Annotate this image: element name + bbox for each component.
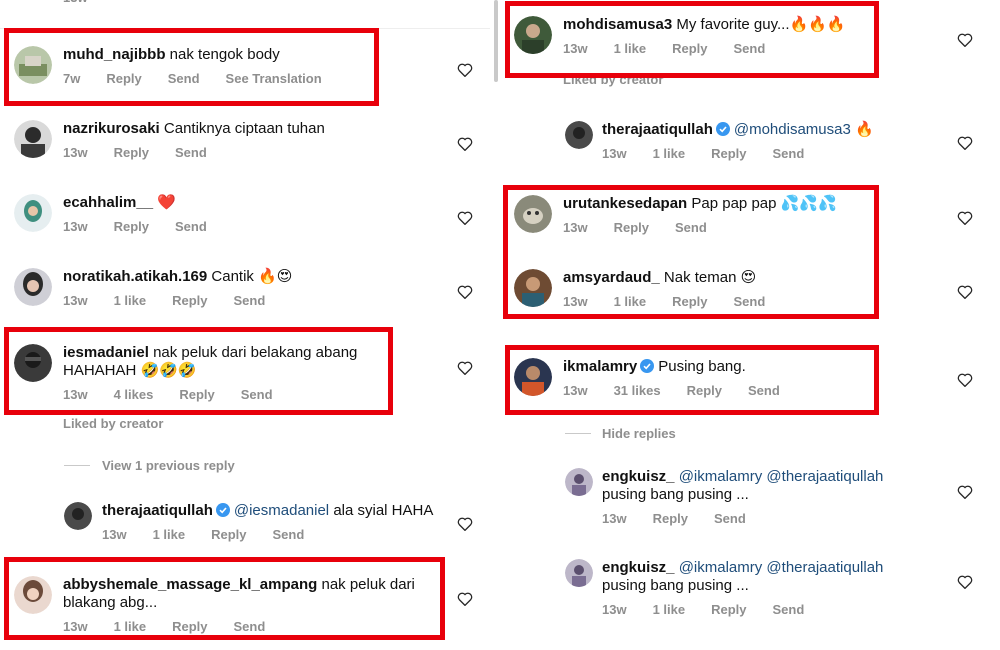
- reply-button[interactable]: Reply: [653, 511, 688, 526]
- liked-by-creator: Liked by creator: [63, 416, 164, 431]
- heart-icon[interactable]: [957, 485, 973, 499]
- send-button[interactable]: Send: [175, 219, 207, 234]
- hide-replies-button[interactable]: Hide replies: [602, 426, 676, 441]
- scrollbar[interactable]: [494, 0, 498, 82]
- comment-username[interactable]: engkuisz_: [602, 468, 675, 485]
- comment-time: 13w: [63, 0, 88, 5]
- send-button[interactable]: Send: [175, 145, 207, 160]
- thread-line: [64, 465, 90, 466]
- reply-button[interactable]: Reply: [211, 527, 246, 542]
- heart-icon[interactable]: [457, 63, 473, 77]
- heart-icon[interactable]: [457, 517, 473, 531]
- avatar[interactable]: [565, 121, 593, 149]
- mention-link[interactable]: @ikmalamry @therajaatiqullah: [679, 559, 884, 576]
- likes-count[interactable]: 1 like: [114, 293, 147, 308]
- thread-line: [565, 433, 591, 434]
- comment-time: 13w: [602, 602, 627, 617]
- avatar[interactable]: [14, 194, 52, 232]
- comment-time: 13w: [602, 511, 627, 526]
- send-button[interactable]: Send: [234, 293, 266, 308]
- comment-text: ala syial HAHA: [333, 502, 434, 519]
- reply-button[interactable]: Reply: [711, 602, 746, 617]
- comment-username[interactable]: noratikah.atikah.169: [63, 268, 207, 285]
- avatar[interactable]: [565, 559, 593, 587]
- reply-button[interactable]: Reply: [114, 145, 149, 160]
- mention-link[interactable]: @mohdisamusa3: [734, 121, 851, 138]
- reply-button[interactable]: Reply: [172, 293, 207, 308]
- highlight-box: [505, 345, 879, 415]
- heart-icon[interactable]: [957, 285, 973, 299]
- comment-text: pusing bang pusing ...: [602, 486, 749, 503]
- heart-icon[interactable]: [957, 211, 973, 225]
- heart-icon[interactable]: [457, 592, 473, 606]
- send-button[interactable]: Send: [273, 527, 305, 542]
- heart-icon[interactable]: [957, 136, 973, 150]
- comment-username[interactable]: therajaatiqullah: [102, 502, 213, 519]
- avatar[interactable]: [64, 502, 92, 530]
- heart-icon[interactable]: [957, 575, 973, 589]
- mention-link[interactable]: @iesmadaniel: [234, 502, 329, 519]
- comment-text: 🔥: [854, 121, 874, 138]
- heart-icon[interactable]: [457, 285, 473, 299]
- comment-time: 13w: [102, 527, 127, 542]
- avatar[interactable]: [14, 120, 52, 158]
- comment-text: ❤️: [157, 194, 176, 211]
- avatar[interactable]: [14, 268, 52, 306]
- highlight-box: [503, 185, 879, 319]
- likes-count[interactable]: 1 like: [153, 527, 186, 542]
- send-button[interactable]: Send: [773, 602, 805, 617]
- heart-icon[interactable]: [457, 211, 473, 225]
- comment-text: Cantik 🔥😍: [211, 268, 293, 285]
- verified-icon: [715, 122, 730, 136]
- heart-icon[interactable]: [457, 361, 473, 375]
- highlight-box: [505, 1, 879, 78]
- comment-time: 13w: [63, 293, 88, 308]
- comment-username[interactable]: therajaatiqullah: [602, 121, 713, 138]
- verified-icon: [215, 503, 230, 517]
- comment-time: 13w: [602, 146, 627, 161]
- likes-count[interactable]: 1 like: [653, 602, 686, 617]
- reply-button[interactable]: Reply: [711, 146, 746, 161]
- heart-icon[interactable]: [957, 373, 973, 387]
- reply-button[interactable]: Reply: [114, 219, 149, 234]
- heart-icon[interactable]: [957, 33, 973, 47]
- highlight-box: [4, 327, 393, 415]
- comment-text: pusing bang pusing ...: [602, 577, 749, 594]
- avatar[interactable]: [565, 468, 593, 496]
- mention-link[interactable]: @ikmalamry @therajaatiqullah: [679, 468, 884, 485]
- comment-text: Cantiknya ciptaan tuhan: [163, 120, 325, 137]
- comment-username[interactable]: nazrikurosaki: [63, 120, 160, 137]
- heart-icon[interactable]: [457, 137, 473, 151]
- likes-count[interactable]: 1 like: [653, 146, 686, 161]
- send-button[interactable]: Send: [773, 146, 805, 161]
- view-previous-replies-button[interactable]: View 1 previous reply: [102, 458, 235, 473]
- comment-username[interactable]: ecahhalim__: [63, 194, 153, 211]
- comment-username[interactable]: engkuisz_: [602, 559, 675, 576]
- comment-time: 13w: [63, 219, 88, 234]
- highlight-box: [4, 557, 445, 640]
- send-button[interactable]: Send: [714, 511, 746, 526]
- highlight-box: [4, 28, 379, 106]
- comment-time: 13w: [63, 145, 88, 160]
